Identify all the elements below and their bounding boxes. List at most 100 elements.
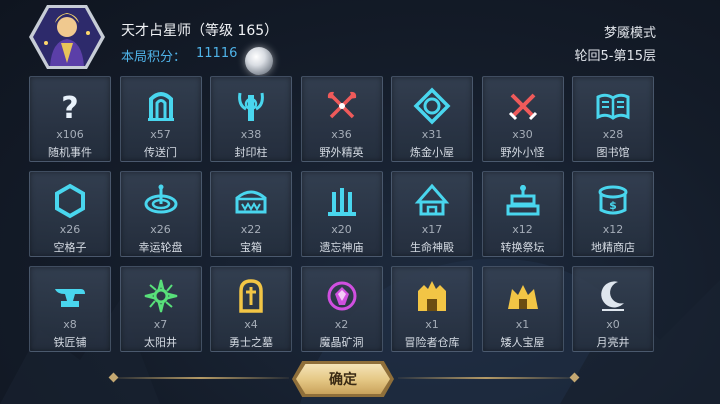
score-label: 本局积分： — [121, 50, 187, 65]
map-node-tile[interactable]: x1 矮人宝屋 — [481, 266, 564, 352]
footer-diamond-icon — [108, 372, 119, 383]
tile-name: 野外小怪 — [500, 146, 545, 159]
header: 天才占星师（等级 165） 本局积分： 11116 梦魇模式 轮回5-第15层 — [0, 0, 720, 75]
tile-name: 随机事件 — [48, 146, 92, 159]
moon-well-icon — [594, 277, 632, 315]
svg-text:$: $ — [609, 199, 617, 212]
footer-diamond-icon — [569, 372, 580, 383]
tile-name: 野外精英 — [319, 146, 364, 159]
map-node-tile[interactable]: x2 魔晶矿洞 — [300, 266, 383, 352]
map-node-tile[interactable]: x17 生命神殿 — [391, 171, 473, 257]
hexagon-icon — [51, 182, 89, 220]
map-node-tile[interactable]: x1 冒险者仓库 — [391, 266, 473, 352]
tile-count: x8 — [63, 318, 77, 331]
map-node-tile[interactable]: x26 空格子 — [29, 171, 111, 257]
map-node-tile[interactable]: x26 幸运轮盘 — [119, 171, 202, 257]
shop-icon: $ — [594, 182, 632, 220]
footer-divider-right — [398, 377, 574, 379]
map-node-tile[interactable]: x8 铁匠铺 — [29, 266, 111, 352]
tile-name: 魔晶矿洞 — [319, 336, 364, 349]
altar-icon — [504, 182, 542, 220]
map-node-tile[interactable]: x38 封印柱 — [210, 76, 292, 162]
map-node-tile[interactable]: x0 月亮井 — [572, 266, 654, 352]
anvil-icon — [51, 277, 89, 315]
wheel-icon — [142, 182, 180, 220]
tile-count: x12 — [602, 223, 624, 236]
map-node-tile[interactable]: x57 传送门 — [119, 76, 202, 162]
tile-name: 传送门 — [144, 146, 177, 159]
map-node-tile[interactable]: x22 宝箱 — [210, 171, 292, 257]
game-mode: 梦魇模式 — [603, 26, 656, 41]
tile-name: 冒险者仓库 — [404, 336, 460, 349]
temple-icon — [323, 182, 361, 220]
tile-name: 空格子 — [53, 241, 87, 254]
tile-name: 宝箱 — [240, 241, 262, 254]
tile-count: x36 — [331, 128, 352, 141]
map-node-tile[interactable]: ? x106 随机事件 — [29, 76, 111, 162]
tile-name: 铁匠铺 — [53, 336, 87, 349]
tile-count: x20 — [331, 223, 352, 236]
shrine-icon — [413, 182, 451, 220]
map-node-grid: ? x106 随机事件 x57 传送门 x38 封印柱 x36 野外精英 x31 炼金小屋 x30 野外… — [29, 76, 654, 352]
map-node-tile[interactable]: x36 野外精英 — [300, 76, 383, 162]
tile-name: 矮人宝屋 — [500, 336, 545, 349]
seal-pillar-icon — [232, 87, 270, 125]
score-orb-icon — [245, 47, 273, 75]
tile-name: 勇士之墓 — [229, 336, 273, 349]
tile-name: 遗忘神庙 — [319, 241, 364, 254]
player-avatar — [29, 5, 105, 69]
chest-icon — [232, 182, 270, 220]
footer-divider-left — [113, 377, 289, 379]
portal-icon — [142, 87, 180, 125]
tile-name: 太阳井 — [144, 336, 177, 349]
tile-name: 生命神殿 — [410, 241, 454, 254]
tile-name: 封印柱 — [234, 146, 268, 159]
map-node-tile[interactable]: x12 转换祭坛 — [481, 171, 564, 257]
confirm-button[interactable]: 确定 — [296, 364, 390, 394]
tile-count: x1 — [515, 318, 530, 331]
tile-name: 图书馆 — [596, 146, 630, 159]
warehouse-icon — [413, 277, 451, 315]
map-node-tile[interactable]: $ x12 地精商店 — [572, 171, 654, 257]
crossed-swords-icon — [504, 87, 542, 125]
cycle-floor: 轮回5-第15层 — [574, 49, 656, 64]
tile-name: 月亮井 — [596, 336, 630, 349]
dwarf-vault-icon — [504, 277, 542, 315]
tile-count: x12 — [512, 223, 533, 236]
tile-count: x26 — [59, 223, 81, 236]
svg-text:?: ? — [61, 91, 78, 125]
tile-count: x31 — [421, 128, 443, 141]
tomb-icon — [232, 277, 270, 315]
map-node-tile[interactable]: x4 勇士之墓 — [210, 266, 292, 352]
elite-axes-icon — [323, 87, 361, 125]
tile-name: 转换祭坛 — [500, 241, 545, 254]
tile-count: x28 — [602, 128, 624, 141]
map-node-tile[interactable]: x31 炼金小屋 — [391, 76, 473, 162]
map-node-tile[interactable]: x7 太阳井 — [119, 266, 202, 352]
map-node-tile[interactable]: x28 图书馆 — [572, 76, 654, 162]
tile-count: x22 — [240, 223, 262, 236]
tile-count: x106 — [56, 128, 84, 141]
question-icon: ? — [51, 87, 89, 125]
tile-name: 地精商店 — [591, 241, 635, 254]
tile-name: 幸运轮盘 — [138, 241, 183, 254]
sun-well-icon — [142, 277, 180, 315]
tile-count: x0 — [606, 318, 620, 331]
crystal-mine-icon — [323, 277, 361, 315]
tile-count: x1 — [425, 318, 439, 331]
tile-name: 炼金小屋 — [410, 146, 454, 159]
book-icon — [594, 87, 632, 125]
player-name: 天才占星师（等级 165） — [121, 23, 279, 39]
map-node-tile[interactable]: x30 野外小怪 — [481, 76, 564, 162]
tile-count: x2 — [334, 318, 349, 331]
tile-count: x57 — [150, 128, 171, 141]
map-node-tile[interactable]: x20 遗忘神庙 — [300, 171, 383, 257]
tile-count: x38 — [240, 128, 262, 141]
tile-count: x4 — [244, 318, 258, 331]
score-value: 11116 — [196, 46, 238, 61]
tile-count: x30 — [512, 128, 533, 141]
tile-count: x26 — [150, 223, 171, 236]
tile-count: x17 — [421, 223, 443, 236]
alchemy-icon — [413, 87, 451, 125]
tile-count: x7 — [153, 318, 168, 331]
